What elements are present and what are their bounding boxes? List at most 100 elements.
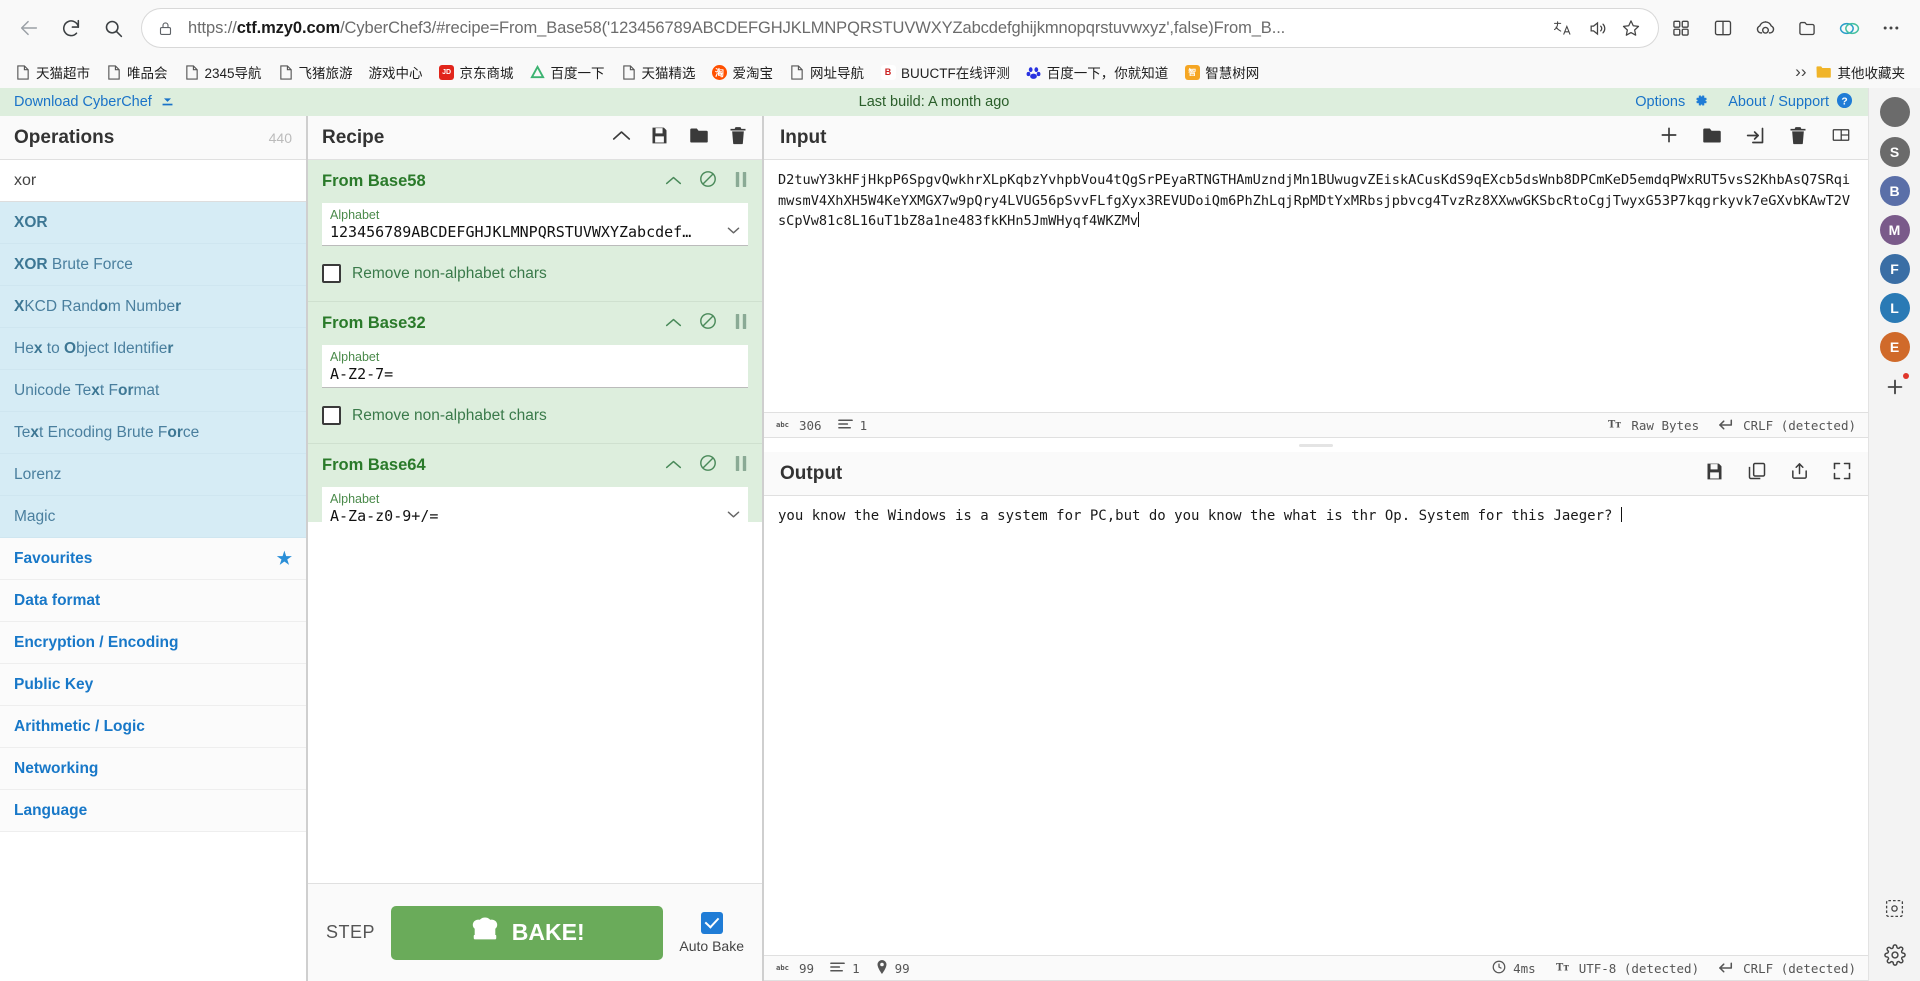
add-tab-icon[interactable] <box>1659 125 1679 150</box>
disable-icon[interactable] <box>699 312 717 335</box>
bookmark-item[interactable]: 唯品会 <box>99 59 175 85</box>
refresh-icon[interactable] <box>52 9 90 47</box>
chevron-up-icon[interactable] <box>612 129 631 147</box>
operation-argument-value[interactable]: 123456789ABCDEFGHJKLMNPQRSTUVWXYZabcdef… <box>330 223 721 241</box>
search-input[interactable]: xor <box>0 160 306 202</box>
chevron-up-icon[interactable] <box>665 315 682 333</box>
bookmark-item[interactable]: 天猫超市 <box>8 59 97 85</box>
step-button[interactable]: STEP <box>326 922 375 943</box>
bookmark-item[interactable]: JD 京东商城 <box>432 59 521 85</box>
bookmark-item[interactable]: 2345导航 <box>177 59 269 85</box>
chevron-up-icon[interactable] <box>665 173 682 191</box>
bookmark-item[interactable]: 淘爱淘宝 <box>705 59 781 85</box>
operation-category[interactable]: Favourites ★ <box>0 538 306 580</box>
browser-essentials-icon[interactable] <box>1746 9 1784 47</box>
pause-icon[interactable] <box>734 313 748 335</box>
download-cyberchef-link[interactable]: Download CyberChef <box>14 92 176 113</box>
input-textarea[interactable]: D2tuwY3kHFjHkpP6SpgvQwkhrXLpKqbzYvhpbVou… <box>764 160 1868 412</box>
operation-category[interactable]: Networking <box>0 748 306 790</box>
operation-category[interactable]: Arithmetic / Logic <box>0 706 306 748</box>
input-eol[interactable]: CRLF (detected) <box>1719 418 1856 433</box>
operation-result-item[interactable]: XOR Brute Force <box>0 244 306 286</box>
operation-checkbox[interactable]: Remove non-alphabet chars <box>322 406 547 425</box>
rail-avatar-m[interactable]: M <box>1879 215 1910 245</box>
trash-icon[interactable] <box>728 125 748 151</box>
options-button[interactable]: Options <box>1635 91 1710 114</box>
disable-icon[interactable] <box>699 454 717 477</box>
bake-button[interactable]: BAKE! <box>391 905 664 960</box>
operation-checkbox[interactable]: Remove non-alphabet chars <box>322 264 547 283</box>
chevron-up-icon[interactable] <box>665 457 682 475</box>
recipe-operation[interactable]: From Base58 Alphabet 123456789ABCDEFGHJKLM… <box>308 160 762 302</box>
bookmark-item[interactable]: 游戏中心 <box>362 59 430 85</box>
about-support-button[interactable]: About / Support ? <box>1728 91 1854 114</box>
more-options-icon[interactable] <box>1872 9 1910 47</box>
operation-argument[interactable]: Alphabet A-Z2-7= <box>322 345 748 388</box>
rail-avatar-f[interactable]: F <box>1879 254 1910 284</box>
operation-category[interactable]: Encryption / Encoding <box>0 622 306 664</box>
operation-argument-value[interactable]: A-Z2-7= <box>330 365 740 383</box>
operation-result-item[interactable]: XOR <box>0 202 306 244</box>
checkbox-box[interactable] <box>322 264 341 283</box>
bookmark-item[interactable]: 智智慧树网 <box>1177 59 1266 85</box>
operation-result-item[interactable]: Hex to Object Identifier <box>0 328 306 370</box>
operation-result-item[interactable]: Unicode Text Format <box>0 370 306 412</box>
io-splitter[interactable] <box>764 438 1868 452</box>
customize-icon[interactable] <box>1879 892 1911 924</box>
operation-result-item[interactable]: Text Encoding Brute Force <box>0 412 306 454</box>
maximise-icon[interactable] <box>1832 461 1852 486</box>
operation-argument-value[interactable]: A-Za-z0-9+/= <box>330 507 721 522</box>
clear-icon[interactable] <box>1788 125 1808 151</box>
bookmark-item[interactable]: 飞猪旅游 <box>271 59 360 85</box>
input-format[interactable]: Tт Raw Bytes <box>1608 418 1699 433</box>
operation-category[interactable]: Public Key <box>0 664 306 706</box>
disable-icon[interactable] <box>699 170 717 193</box>
copy-icon[interactable] <box>1747 461 1767 486</box>
operation-argument[interactable]: Alphabet 123456789ABCDEFGHJKLMNPQRSTUVWXY… <box>322 203 748 246</box>
recipe-empty-area[interactable] <box>308 521 762 883</box>
rail-avatar-b[interactable]: B <box>1879 176 1910 206</box>
star-icon[interactable] <box>1614 12 1648 44</box>
back-arrow-icon[interactable] <box>10 9 48 47</box>
split-screen-icon[interactable] <box>1704 9 1742 47</box>
replace-input-icon[interactable] <box>1789 461 1810 486</box>
bookmarks-overflow-button[interactable]: ›› <box>1795 62 1806 82</box>
bookmark-item[interactable]: 百度一下，你就知道 <box>1019 59 1176 85</box>
search-icon[interactable] <box>94 9 132 47</box>
operation-result-item[interactable]: XKCD Random Number <box>0 286 306 328</box>
settings-gear-icon[interactable] <box>1879 939 1911 971</box>
auto-bake-toggle[interactable]: Auto Bake <box>679 911 744 954</box>
rail-avatar-s[interactable]: S <box>1879 137 1910 167</box>
auto-bake-checkbox[interactable] <box>700 911 723 934</box>
recipe-operation[interactable]: From Base32 Alphabet A-Z2-7= Remove non-alp… <box>308 302 762 444</box>
translate-icon[interactable] <box>1546 12 1580 44</box>
copilot-avatar[interactable] <box>1879 96 1911 128</box>
open-file-icon[interactable] <box>1745 125 1766 151</box>
operation-argument[interactable]: Alphabet A-Za-z0-9+/= <box>322 487 748 522</box>
bookmark-item[interactable]: 天猫精选 <box>614 59 703 85</box>
output-textarea[interactable]: you know the Windows is a system for PC,… <box>764 496 1868 955</box>
folder-icon[interactable] <box>688 125 710 151</box>
operation-category[interactable]: Data format <box>0 580 306 622</box>
operation-category[interactable]: Language <box>0 790 306 832</box>
operation-result-item[interactable]: Magic <box>0 496 306 538</box>
copilot-icon[interactable] <box>1830 9 1868 47</box>
collections-icon[interactable] <box>1662 9 1700 47</box>
bookmark-item[interactable]: B BUUCTF在线评测 <box>873 59 1017 85</box>
pause-icon[interactable] <box>734 455 748 477</box>
save-icon[interactable] <box>1704 461 1725 487</box>
operation-result-item[interactable]: Lorenz <box>0 454 306 496</box>
reset-layout-icon[interactable] <box>1830 125 1852 150</box>
rail-avatar-l[interactable]: L <box>1879 293 1910 323</box>
checkbox-box[interactable] <box>322 406 341 425</box>
address-bar[interactable]: https://ctf.mzy0.com/CyberChef3/#recipe=… <box>142 9 1658 47</box>
add-to-collections-icon[interactable] <box>1788 9 1826 47</box>
save-icon[interactable] <box>649 125 670 151</box>
pause-icon[interactable] <box>734 171 748 193</box>
bookmark-item[interactable]: 网址导航 <box>782 59 871 85</box>
chevron-down-icon[interactable] <box>721 508 740 522</box>
open-folder-icon[interactable] <box>1701 125 1723 151</box>
read-aloud-icon[interactable] <box>1580 12 1614 44</box>
output-eol[interactable]: CRLF (detected) <box>1719 961 1856 976</box>
output-encoding[interactable]: Tт UTF-8 (detected) <box>1556 961 1699 976</box>
